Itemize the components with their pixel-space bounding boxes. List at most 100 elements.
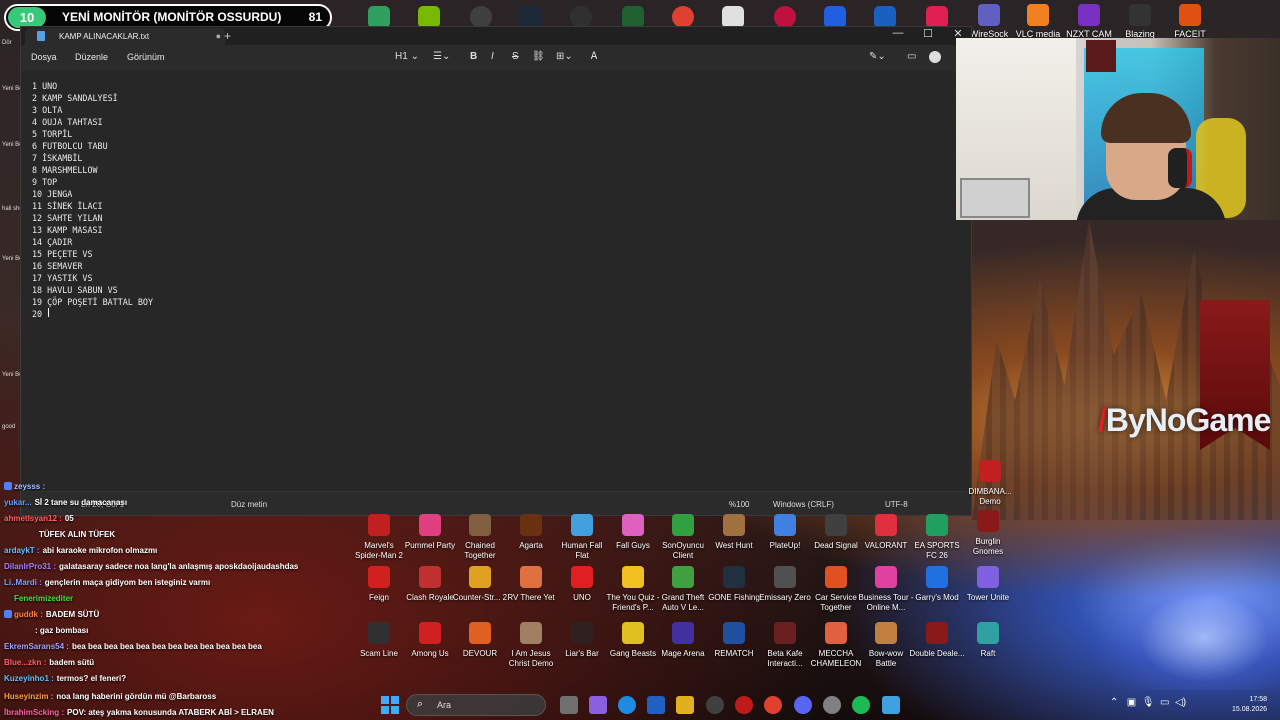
app-icon[interactable] (926, 6, 948, 28)
desktop-icon[interactable]: The You Quiz - Friend's P... (605, 566, 661, 613)
steam-icon[interactable] (520, 6, 542, 28)
desktop-icon[interactable]: Garry's Mod (909, 566, 965, 603)
desktop-icon[interactable]: Tower Unite (960, 566, 1016, 603)
discord-icon[interactable] (794, 696, 812, 714)
system-tray[interactable]: ⌃ ▣ 🎙 ▭ ◁) (1110, 697, 1186, 708)
xbox-icon[interactable] (470, 6, 492, 28)
desktop-icon[interactable]: Liar's Bar (554, 622, 610, 659)
desktop-icon[interactable]: I Am Jesus Christ Demo (503, 622, 559, 669)
desktop-icon[interactable]: Emissary Zero (757, 566, 813, 603)
chevron-up-icon[interactable]: ⌃ (1110, 697, 1118, 708)
app-icon[interactable] (774, 6, 796, 28)
desktop-icon[interactable]: Chained Together (452, 514, 508, 561)
chrome-icon[interactable] (672, 6, 694, 28)
app-icon[interactable] (622, 6, 644, 28)
desktop-icon[interactable]: SonOyuncu Client (655, 514, 711, 561)
desktop-icon[interactable]: Business Tour - Online M... (858, 566, 914, 613)
top-app-vlc[interactable]: VLC media (1013, 4, 1063, 39)
ea-icon[interactable] (824, 6, 846, 28)
task-view-icon[interactable] (560, 696, 578, 714)
table-dropdown-icon[interactable]: ⊞⌄ (556, 51, 573, 62)
chrome-icon[interactable] (764, 696, 782, 714)
notepad-tab[interactable]: KAMP ALINACAKLAR.txt ● (25, 28, 225, 45)
desktop-icon[interactable]: Human Fall Flat (554, 514, 610, 561)
desktop-icon[interactable]: West Hunt (706, 514, 762, 551)
nzxt-icon (1078, 4, 1100, 26)
desktop-icon[interactable]: Agarta (503, 514, 559, 551)
desktop-icon[interactable]: Gang Beasts (605, 622, 661, 659)
desktop-icon[interactable]: Double Deale... (909, 622, 965, 659)
search-icon: ⌕ (417, 698, 424, 710)
desktop-icon[interactable]: Beta Kafe Interacti... (757, 622, 813, 669)
desktop-icon[interactable]: VALORANT (858, 514, 914, 551)
desktop-icon[interactable]: Pummel Party (402, 514, 458, 551)
game-icon (571, 622, 593, 644)
menu-file[interactable]: Dosya (31, 52, 57, 62)
desktop-icon[interactable]: Dead Signal (808, 514, 864, 551)
desktop-icon[interactable]: RV There Yet (503, 566, 559, 603)
taskbar-clock[interactable]: 17:58 15.08.2026 (1232, 695, 1267, 715)
volume-icon[interactable]: ◁) (1175, 697, 1186, 708)
app-icon[interactable] (823, 696, 841, 714)
microphone-icon[interactable]: 🎙 (1142, 697, 1155, 708)
top-app-nzxt[interactable]: NZXT CAM (1064, 4, 1114, 39)
display-icon[interactable]: ▭ (1160, 697, 1169, 708)
text-line: 1 UNO (32, 81, 58, 91)
maximize-button[interactable]: ☐ (913, 27, 943, 40)
text-editor[interactable]: 1 UNO 2 KAMP SANDALYESİ 3 OLTA 4 OUJA TA… (21, 71, 971, 493)
windows-start-icon[interactable] (381, 696, 399, 714)
desktop-icon[interactable]: Bow-wow Battle (858, 622, 914, 669)
heading-dropdown[interactable]: H1 ⌄ (395, 51, 419, 62)
bold-icon[interactable]: B (470, 51, 477, 62)
desktop-icon[interactable]: Among Us (402, 622, 458, 659)
tab-close-icon[interactable]: ● (216, 31, 221, 41)
desktop-icon[interactable]: Burglin Gnomes (960, 510, 1016, 557)
desktop-icon[interactable]: GONE Fishing (706, 566, 762, 603)
desktop-icon[interactable]: Mage Arena (655, 622, 711, 659)
network-icon[interactable]: ▣ (1127, 697, 1136, 708)
strikethrough-icon[interactable]: S (512, 51, 519, 62)
desktop-icon[interactable]: MECCHA CHAMELEON (808, 622, 864, 669)
app-icon[interactable] (874, 6, 896, 28)
copilot-icon[interactable]: ✎⌄ (869, 51, 886, 62)
top-app-faceit[interactable]: FACEIT (1165, 4, 1215, 39)
desktop-icon[interactable]: REMATCH (706, 622, 762, 659)
minimize-button[interactable]: — (883, 27, 913, 39)
app-icon[interactable] (368, 6, 390, 28)
desktop-icon[interactable]: Grand Theft Auto V Le... (655, 566, 711, 613)
clear-format-icon[interactable]: Ꭺ (591, 51, 598, 62)
feedback-icon[interactable]: ▭ (907, 51, 916, 62)
copilot-icon[interactable] (589, 696, 607, 714)
outlook-icon[interactable] (647, 696, 665, 714)
desktop-icon[interactable]: Raft (960, 622, 1016, 659)
new-tab-button[interactable]: + (224, 29, 231, 43)
edge-icon[interactable] (618, 696, 636, 714)
desktop-icon[interactable]: EA SPORTS FC 26 (909, 514, 965, 561)
desktop-icon[interactable]: PlateUp! (757, 514, 813, 551)
xbox-icon[interactable] (706, 696, 724, 714)
desktop-icon[interactable]: UNO (554, 566, 610, 603)
menu-view[interactable]: Görünüm (127, 52, 165, 62)
desktop-icon[interactable]: DIMBANA... Demo (962, 460, 1018, 507)
desktop-icon[interactable]: Car Service Together (808, 566, 864, 613)
app-icon[interactable] (735, 696, 753, 714)
desktop-icon[interactable]: Counter-Str... 2 (452, 566, 508, 603)
link-icon[interactable]: ⛓ (532, 51, 545, 62)
italic-icon[interactable]: I (491, 51, 494, 62)
notepad-icon[interactable] (882, 696, 900, 714)
nvidia-icon[interactable] (418, 6, 440, 28)
desktop-icon[interactable]: DEVOUR (452, 622, 508, 659)
taskbar-search[interactable]: ⌕ Ara (406, 694, 546, 716)
file-explorer-icon[interactable] (676, 696, 694, 714)
notepad-titlebar[interactable]: KAMP ALINACAKLAR.txt ● + — ☐ ✕ (21, 27, 971, 45)
app-icon[interactable] (722, 6, 744, 28)
spotify-icon[interactable] (852, 696, 870, 714)
text-line: 17 YASTIK VS (32, 273, 93, 283)
desktop-icon[interactable]: Fall Guys (605, 514, 661, 551)
app-icon[interactable] (570, 6, 592, 28)
account-avatar[interactable] (929, 51, 941, 63)
desktop-icon[interactable]: Clash Royale (402, 566, 458, 603)
menu-edit[interactable]: Düzenle (75, 52, 108, 62)
notepad-window[interactable]: KAMP ALINACAKLAR.txt ● + — ☐ ✕ Dosya Düz… (20, 26, 972, 516)
list-dropdown-icon[interactable]: ☰⌄ (433, 51, 450, 62)
